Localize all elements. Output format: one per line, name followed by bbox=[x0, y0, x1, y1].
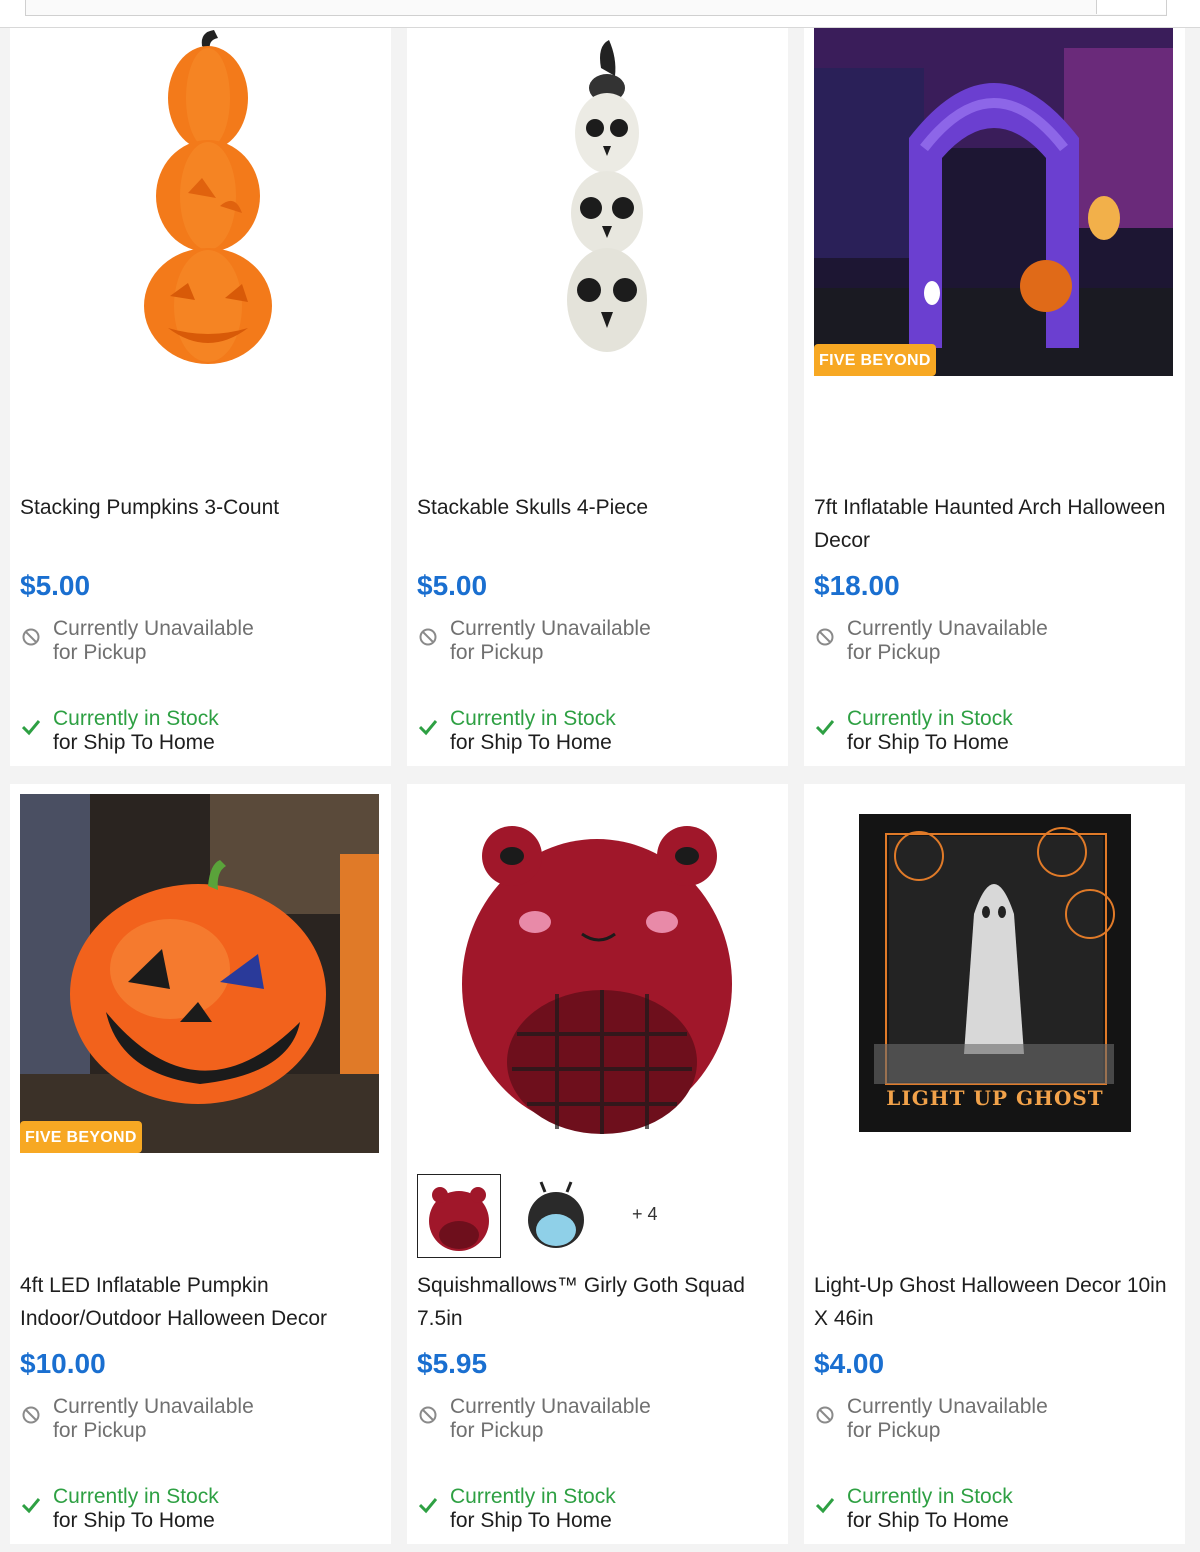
product-card[interactable]: Stacking Pumpkins 3-Count $5.00 Currentl… bbox=[10, 28, 391, 766]
more-swatches-count[interactable]: + 4 bbox=[632, 1204, 658, 1225]
product-image-haunted-arch[interactable]: FIVE BEYOND bbox=[814, 28, 1173, 376]
swatch-red-frog[interactable] bbox=[417, 1174, 501, 1258]
ship-availability: Currently in Stock for Ship To Home bbox=[417, 707, 777, 759]
ship-availability: Currently in Stock for Ship To Home bbox=[417, 1485, 777, 1537]
product-box-caption: LIGHT UP GHOST bbox=[886, 1086, 1104, 1110]
pickup-status: Currently Unavailable bbox=[53, 617, 254, 640]
ship-status: Currently in Stock bbox=[847, 1485, 1013, 1508]
pickup-status: Currently Unavailable bbox=[847, 1395, 1048, 1418]
ship-availability: Currently in Stock for Ship To Home bbox=[814, 1485, 1174, 1537]
pickup-availability: Currently Unavailable for Pickup bbox=[20, 1395, 380, 1447]
ship-status: Currently in Stock bbox=[847, 707, 1013, 730]
product-image-pumpkins[interactable] bbox=[20, 28, 380, 388]
ship-status: Currently in Stock bbox=[450, 1485, 616, 1508]
pickup-status: Currently Unavailable bbox=[450, 617, 651, 640]
top-search-bar bbox=[0, 0, 1200, 28]
ship-status: Currently in Stock bbox=[450, 707, 616, 730]
checkmark-icon bbox=[22, 1498, 40, 1514]
product-card[interactable]: FIVE BEYOND 7ft Inflatable Haunted Arch … bbox=[804, 28, 1185, 766]
product-image-skulls[interactable] bbox=[417, 28, 777, 388]
product-card[interactable]: FIVE BEYOND 4ft LED Inflatable Pumpkin I… bbox=[10, 784, 391, 1544]
color-swatches: + 4 bbox=[417, 1174, 777, 1260]
product-image-light-up-ghost[interactable]: LIGHT UP GHOST bbox=[814, 794, 1174, 1154]
pickup-label: for Pickup bbox=[847, 1419, 941, 1442]
ship-status: Currently in Stock bbox=[53, 707, 219, 730]
five-beyond-badge: FIVE BEYOND bbox=[20, 1121, 142, 1153]
pickup-availability: Currently Unavailable for Pickup bbox=[814, 1395, 1174, 1447]
product-card[interactable]: LIGHT UP GHOST Light-Up Ghost Halloween … bbox=[804, 784, 1185, 1544]
product-price: $10.00 bbox=[20, 1348, 106, 1379]
swatch-black-bee[interactable] bbox=[515, 1174, 599, 1258]
product-title[interactable]: Squishmallows™ Girly Goth Squad 7.5in bbox=[417, 1269, 779, 1335]
pickup-label: for Pickup bbox=[450, 641, 544, 664]
product-title[interactable]: Stacking Pumpkins 3-Count bbox=[20, 491, 382, 524]
checkmark-icon bbox=[816, 1498, 834, 1514]
ship-status: Currently in Stock bbox=[53, 1485, 219, 1508]
product-title[interactable]: 4ft LED Inflatable Pumpkin Indoor/Outdoo… bbox=[20, 1269, 382, 1335]
no-entry-icon bbox=[22, 628, 40, 646]
product-card[interactable]: Stackable Skulls 4-Piece $5.00 Currently… bbox=[407, 28, 788, 766]
pickup-availability: Currently Unavailable for Pickup bbox=[814, 617, 1174, 669]
product-title[interactable]: Stackable Skulls 4-Piece bbox=[417, 491, 779, 524]
product-price: $5.00 bbox=[417, 570, 488, 601]
pickup-availability: Currently Unavailable for Pickup bbox=[20, 617, 380, 669]
no-entry-icon bbox=[419, 1406, 437, 1424]
checkmark-icon bbox=[419, 1498, 437, 1514]
pickup-label: for Pickup bbox=[53, 641, 147, 664]
five-beyond-badge: FIVE BEYOND bbox=[814, 344, 936, 376]
ship-label: for Ship To Home bbox=[450, 1509, 612, 1532]
product-title[interactable]: Light-Up Ghost Halloween Decor 10in X 46… bbox=[814, 1269, 1176, 1335]
ship-availability: Currently in Stock for Ship To Home bbox=[814, 707, 1174, 759]
pickup-label: for Pickup bbox=[53, 1419, 147, 1442]
pickup-status: Currently Unavailable bbox=[450, 1395, 651, 1418]
pickup-status: Currently Unavailable bbox=[847, 617, 1048, 640]
ship-label: for Ship To Home bbox=[53, 731, 215, 754]
pickup-availability: Currently Unavailable for Pickup bbox=[417, 1395, 777, 1447]
ship-label: for Ship To Home bbox=[53, 1509, 215, 1532]
product-image-inflatable-pumpkin[interactable]: FIVE BEYOND bbox=[20, 794, 379, 1153]
pickup-availability: Currently Unavailable for Pickup bbox=[417, 617, 777, 669]
product-price: $4.00 bbox=[814, 1348, 885, 1379]
search-input[interactable] bbox=[25, 0, 1167, 16]
pickup-label: for Pickup bbox=[450, 1419, 544, 1442]
product-price: $5.95 bbox=[417, 1348, 488, 1379]
product-card[interactable]: + 4 Squishmallows™ Girly Goth Squad 7.5i… bbox=[407, 784, 788, 1544]
no-entry-icon bbox=[816, 1406, 834, 1424]
pickup-status: Currently Unavailable bbox=[53, 1395, 254, 1418]
search-button[interactable] bbox=[1096, 0, 1166, 14]
checkmark-icon bbox=[419, 720, 437, 736]
no-entry-icon bbox=[22, 1406, 40, 1424]
product-price: $5.00 bbox=[20, 570, 91, 601]
checkmark-icon bbox=[816, 720, 834, 736]
ship-availability: Currently in Stock for Ship To Home bbox=[20, 707, 380, 759]
no-entry-icon bbox=[816, 628, 834, 646]
pickup-label: for Pickup bbox=[847, 641, 941, 664]
ship-label: for Ship To Home bbox=[847, 1509, 1009, 1532]
product-price: $18.00 bbox=[814, 570, 900, 601]
ship-availability: Currently in Stock for Ship To Home bbox=[20, 1485, 380, 1537]
checkmark-icon bbox=[22, 720, 40, 736]
ship-label: for Ship To Home bbox=[847, 731, 1009, 754]
no-entry-icon bbox=[419, 628, 437, 646]
ship-label: for Ship To Home bbox=[450, 731, 612, 754]
product-title[interactable]: 7ft Inflatable Haunted Arch Halloween De… bbox=[814, 491, 1176, 557]
product-image-squishmallow[interactable] bbox=[417, 794, 777, 1154]
